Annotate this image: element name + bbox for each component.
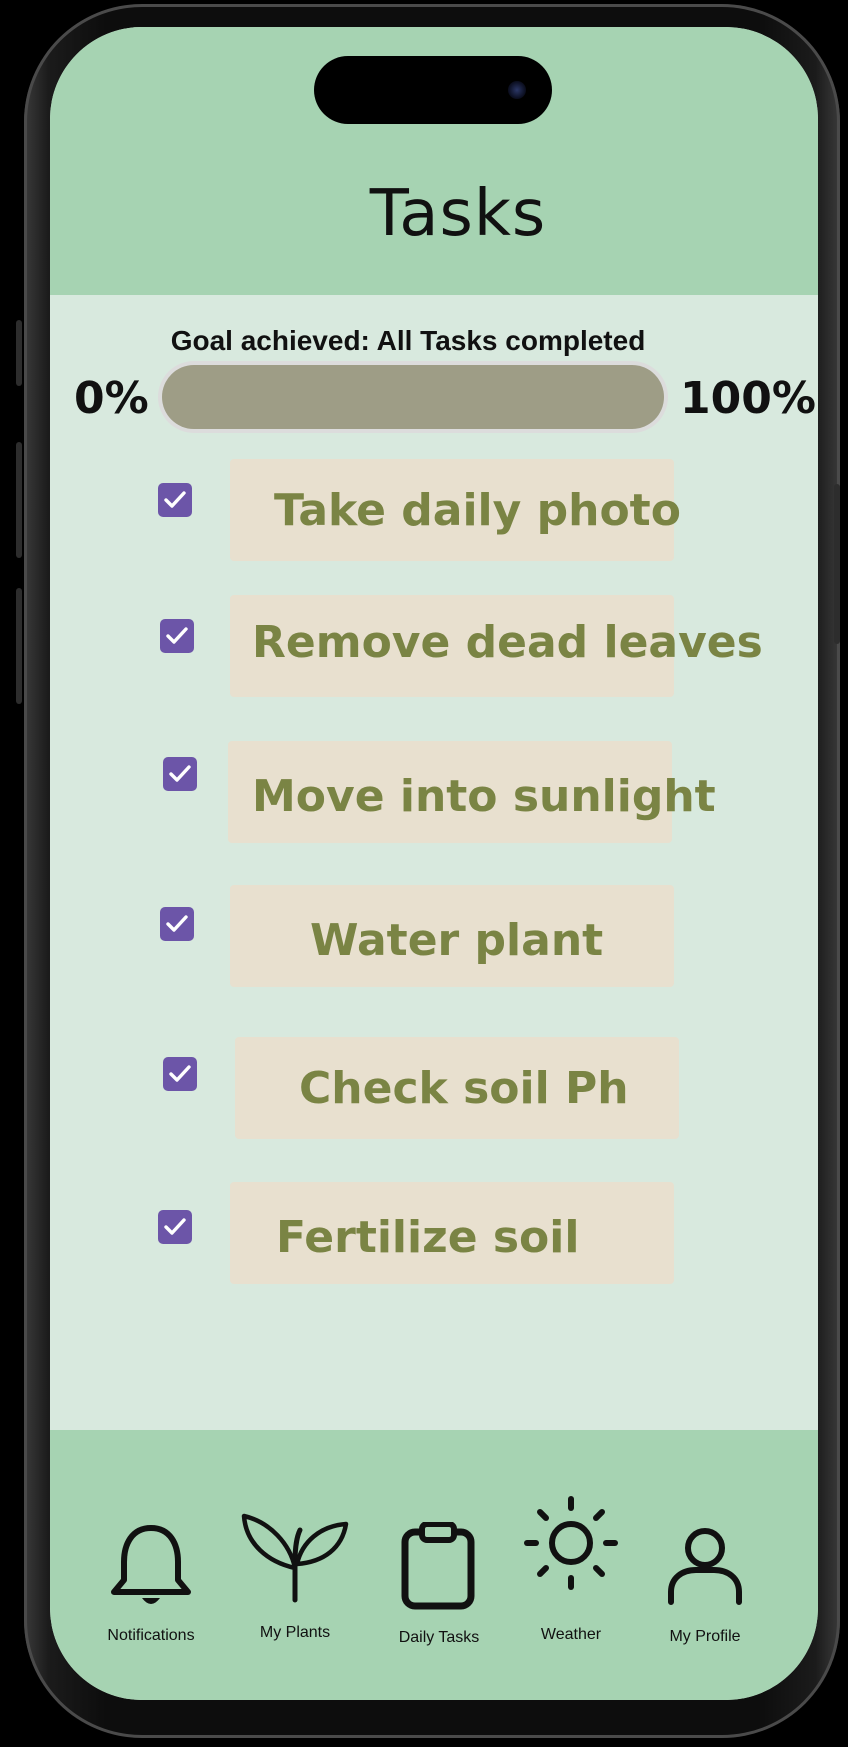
check-icon bbox=[169, 1065, 191, 1082]
volume-down-button bbox=[16, 588, 22, 704]
bottom-tab-bar: Notifications My Plants Daily Tasks Weat… bbox=[50, 1430, 818, 1700]
task-card[interactable]: Move into sunlight bbox=[228, 741, 716, 843]
task-checkbox[interactable] bbox=[160, 907, 194, 941]
task-label: Check soil Ph bbox=[299, 1063, 629, 1114]
front-camera bbox=[508, 81, 526, 99]
sun-icon bbox=[524, 1496, 618, 1590]
task-row: Fertilize soil bbox=[50, 1150, 818, 1284]
task-card[interactable]: Remove dead leaves bbox=[230, 595, 763, 697]
task-row: Water plant bbox=[50, 853, 818, 987]
goal-status-text: Goal achieved: All Tasks completed bbox=[170, 325, 646, 356]
sprout-icon bbox=[241, 1513, 349, 1603]
header-bar: Tasks bbox=[50, 27, 818, 295]
page-title: Tasks bbox=[369, 177, 547, 251]
task-label: Take daily photo bbox=[274, 485, 681, 536]
user-icon bbox=[668, 1528, 742, 1605]
tab-weather[interactable]: Weather bbox=[506, 1496, 636, 1658]
task-checkbox[interactable] bbox=[158, 483, 192, 517]
progress-bar bbox=[158, 361, 668, 433]
check-icon bbox=[164, 1218, 186, 1235]
tab-daily-tasks[interactable]: Daily Tasks bbox=[374, 1518, 504, 1658]
clipboard-icon bbox=[401, 1522, 475, 1610]
app-screen: Tasks Goal achieved: All Tasks completed… bbox=[50, 27, 818, 1700]
check-icon bbox=[166, 627, 188, 644]
action-button bbox=[16, 320, 22, 386]
check-icon bbox=[164, 491, 186, 508]
task-label: Fertilize soil bbox=[276, 1212, 580, 1263]
task-checkbox[interactable] bbox=[163, 757, 197, 791]
task-label: Move into sunlight bbox=[252, 771, 716, 822]
volume-up-button bbox=[16, 442, 22, 558]
tab-label: My Plants bbox=[259, 1624, 331, 1641]
check-icon bbox=[166, 915, 188, 932]
tab-my-plants[interactable]: My Plants bbox=[230, 1513, 360, 1658]
progress-max-label: 100% bbox=[680, 373, 816, 424]
tab-my-profile[interactable]: My Profile bbox=[640, 1518, 770, 1658]
power-button bbox=[834, 484, 840, 644]
tab-notifications[interactable]: Notifications bbox=[86, 1518, 216, 1658]
tab-label: Weather bbox=[540, 1626, 602, 1643]
task-label: Remove dead leaves bbox=[252, 617, 763, 668]
tab-label: Daily Tasks bbox=[398, 1629, 480, 1646]
task-row: Check soil Ph bbox=[50, 1005, 818, 1139]
task-checkbox[interactable] bbox=[158, 1210, 192, 1244]
check-icon bbox=[169, 765, 191, 782]
tab-label: Notifications bbox=[107, 1627, 195, 1644]
task-checkbox[interactable] bbox=[160, 619, 194, 653]
bell-icon bbox=[111, 1525, 191, 1604]
task-card[interactable]: Take daily photo bbox=[230, 459, 681, 561]
tab-label: My Profile bbox=[669, 1628, 741, 1645]
task-row: Take daily photo bbox=[50, 427, 818, 561]
progress-bar-fill bbox=[162, 365, 664, 429]
task-row: Remove dead leaves bbox=[50, 563, 818, 697]
task-row: Move into sunlight bbox=[50, 709, 818, 843]
task-card[interactable]: Fertilize soil bbox=[230, 1182, 674, 1284]
progress-min-label: 0% bbox=[74, 373, 149, 424]
task-card[interactable]: Water plant bbox=[230, 885, 674, 987]
task-card[interactable]: Check soil Ph bbox=[235, 1037, 679, 1139]
task-checkbox[interactable] bbox=[163, 1057, 197, 1091]
task-label: Water plant bbox=[310, 915, 604, 966]
